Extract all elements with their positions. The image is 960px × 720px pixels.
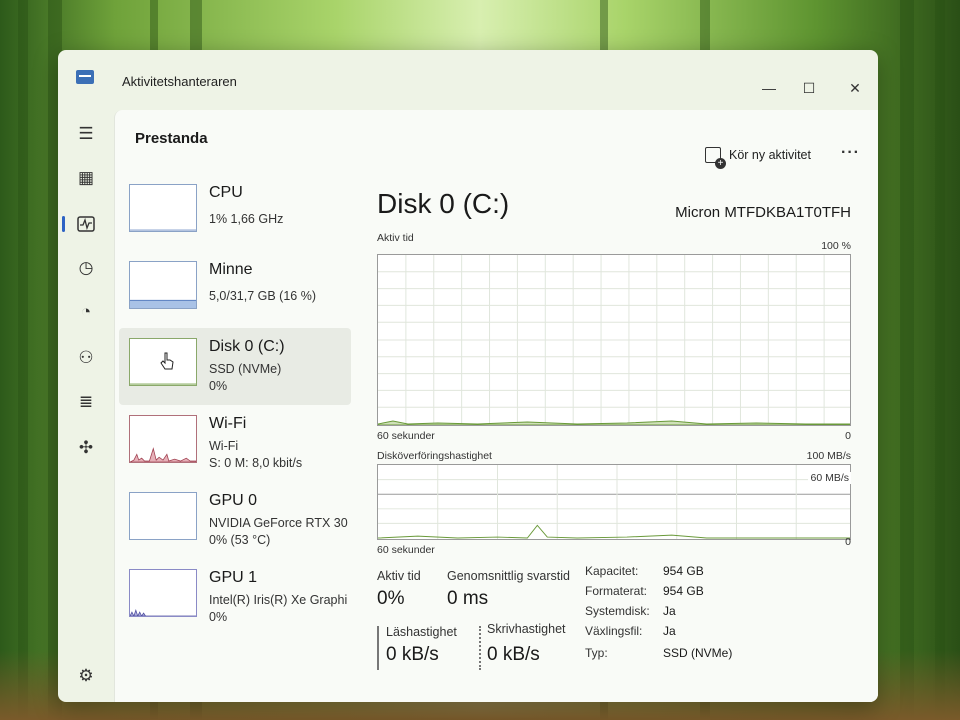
transfer-rate-graph-max: 100 MB/s [806, 450, 851, 462]
services-icon[interactable]: ✣ [70, 432, 102, 464]
device-sub: S: 0 M: 8,0 kbit/s [209, 456, 303, 470]
device-sub: Intel(R) Iris(R) Xe Graphi [209, 593, 348, 607]
performance-page: Prestanda Kör ny aktivitet ··· CPU 1% 1,… [114, 110, 878, 702]
close-button[interactable]: ✕ [840, 78, 870, 98]
hamburger-icon[interactable]: ☰ [70, 118, 102, 150]
page-title: Prestanda [135, 130, 208, 147]
details-icon[interactable]: ≣ [70, 386, 102, 418]
gpu1-thumbnail-graph [129, 569, 197, 617]
startup-icon[interactable]: ◔ [70, 296, 102, 328]
prop-key: Typ: [585, 646, 608, 660]
prop-value: 954 GB [663, 564, 704, 578]
disk-detail-panel: Disk 0 (C:) Micron MTFDKBA1T0TFH Aktiv t… [377, 174, 857, 694]
read-speed-bar [377, 626, 379, 670]
response-time-label: Genomsnittlig svarstid [447, 569, 570, 583]
device-name: GPU 1 [209, 569, 258, 586]
processes-icon[interactable]: ▦ [70, 162, 102, 194]
run-task-label: Kör ny aktivitet [729, 148, 811, 162]
transfer-rate-graph-label: Diskö­verföringshastighet [377, 450, 492, 462]
prop-value: 954 GB [663, 584, 704, 598]
prop-key: Formaterat: [585, 584, 648, 598]
prop-value: SSD (NVMe) [663, 646, 733, 660]
device-sub: 0% [209, 379, 228, 393]
device-item-wifi[interactable]: Wi-Fi Wi-Fi S: 0 M: 8,0 kbit/s [119, 405, 351, 482]
wifi-thumbnail-graph [129, 415, 197, 463]
device-name: Wi-Fi [209, 415, 247, 432]
device-sub: Wi-Fi [209, 439, 239, 453]
response-time-value: 0 ms [447, 588, 489, 609]
page-header: Prestanda Kör ny aktivitet ··· [115, 110, 878, 169]
run-new-task-button[interactable]: Kör ny aktivitet [705, 144, 811, 169]
maximize-button[interactable]: ☐ [794, 78, 824, 98]
device-name: Disk 0 (C:) [209, 338, 285, 355]
active-time-graph [377, 254, 851, 426]
active-time-graph-label: Aktiv tid [377, 232, 414, 244]
more-options-button[interactable]: ··· [841, 144, 860, 162]
transfer-rate-graph-min: 0 [845, 536, 851, 548]
prop-value: Ja [663, 624, 676, 638]
device-name: Minne [209, 261, 253, 278]
task-manager-app-icon [76, 70, 94, 84]
disk-model: Micron MTFDKBA1T0TFH [675, 204, 851, 221]
active-time-graph-max: 100 % [821, 240, 851, 252]
write-speed-bar [479, 626, 481, 670]
active-time-graph-time: 60 sekunder [377, 430, 435, 442]
device-sub: 0% [209, 610, 228, 624]
device-sub: NVIDIA GeForce RTX 30 [209, 516, 348, 530]
device-item-gpu-0[interactable]: GPU 0 NVIDIA GeForce RTX 30 0% (53 °C) [119, 482, 351, 559]
device-item-disk-0[interactable]: Disk 0 (C:) SSD (NVMe) 0% [119, 328, 351, 405]
hand-cursor-icon [160, 352, 174, 370]
read-speed-label: Läshastighet [386, 625, 457, 639]
disk-title: Disk 0 (C:) [377, 188, 510, 219]
settings-icon[interactable]: ⚙ [70, 660, 102, 692]
prop-value: Ja [663, 604, 676, 618]
write-speed-value: 0 kB/s [487, 644, 540, 665]
active-time-value: 0% [377, 588, 405, 609]
write-speed-label: Skrivhastighet [487, 622, 566, 636]
run-task-icon [705, 147, 726, 169]
active-time-label: Aktiv tid [377, 569, 421, 583]
performance-icon[interactable] [62, 208, 102, 240]
device-sub: 0% (53 °C) [209, 533, 271, 547]
device-sub: 1% 1,66 GHz [209, 212, 284, 226]
device-name: CPU [209, 184, 243, 201]
prop-key: Växlingsfil: [585, 624, 643, 638]
title-bar: Aktivitetshanteraren — ☐ ✕ [58, 50, 878, 110]
cpu-thumbnail-graph [129, 184, 197, 232]
device-name: GPU 0 [209, 492, 258, 509]
transfer-rate-graph [377, 464, 851, 540]
prop-key: Systemdisk: [585, 604, 650, 618]
task-manager-window: Aktivitetshanteraren — ☐ ✕ ☰ ▦ ◷ ◔ ⚇ ≣ ✣… [58, 50, 878, 702]
users-icon[interactable]: ⚇ [70, 342, 102, 374]
device-item-cpu[interactable]: CPU 1% 1,66 GHz [119, 174, 351, 251]
device-sub: 5,0/31,7 GB (16 %) [209, 289, 317, 303]
window-title: Aktivitetshanteraren [122, 74, 237, 89]
read-speed-value: 0 kB/s [386, 644, 439, 665]
active-time-graph-min: 0 [845, 430, 851, 442]
nav-sidebar: ☰ ▦ ◷ ◔ ⚇ ≣ ✣ ⚙ [58, 110, 114, 702]
gpu0-thumbnail-graph [129, 492, 197, 540]
device-item-gpu-1[interactable]: GPU 1 Intel(R) Iris(R) Xe Graphi 0% [119, 559, 351, 636]
transfer-rate-graph-time: 60 sekunder [377, 544, 435, 556]
minimize-button[interactable]: — [754, 78, 784, 98]
history-icon[interactable]: ◷ [70, 252, 102, 284]
device-sub: SSD (NVMe) [209, 362, 282, 376]
device-item-memory[interactable]: Minne 5,0/31,7 GB (16 %) [119, 251, 351, 328]
prop-key: Kapacitet: [585, 564, 639, 578]
transfer-rate-graph-mid: 60 MB/s [808, 472, 851, 484]
device-list: CPU 1% 1,66 GHz Minne 5,0/31,7 GB (16 %)… [119, 174, 351, 636]
memory-thumbnail-graph [129, 261, 197, 309]
